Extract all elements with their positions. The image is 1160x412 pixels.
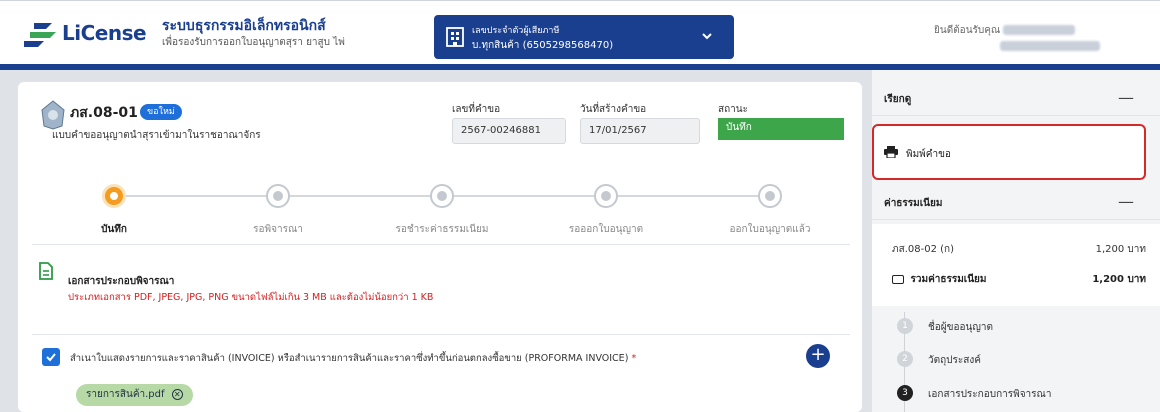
add-document-button[interactable]: + bbox=[806, 344, 830, 368]
fee-summary: ภส.08-02 (ก) 1,200 บาท รวมค่าธรรมเนียม 1… bbox=[872, 224, 1160, 306]
app-header: LiCense ระบบธุรกรรมอิเล็กทรอนิกส์ เพื่อร… bbox=[0, 0, 1160, 64]
request-no-field: 2567-00246881 bbox=[452, 118, 566, 144]
form-card: ภส.08-01 ขอใหม่ แบบคำขออนุญาตนำสุราเข้าม… bbox=[18, 82, 862, 412]
print-request-label: พิมพ์คำขอ bbox=[906, 149, 951, 160]
step-label-1: บันทึก bbox=[101, 224, 127, 235]
step-dot-5 bbox=[758, 184, 782, 208]
nav-step-1-number: 1 bbox=[897, 318, 913, 334]
app-title: ระบบธุรกรรมอิเล็กทรอนิกส์ bbox=[162, 18, 326, 34]
nav-step-3-number: 3 bbox=[897, 385, 913, 401]
tax-id-value: บ.ทุกสินค้า (6505298568470) bbox=[472, 40, 614, 51]
welcome-text: ยินดีต้อนรับคุณ bbox=[934, 23, 1076, 38]
fee-total-label: รวมค่าธรรมเนียม bbox=[910, 274, 987, 285]
form-description: แบบคำขออนุญาตนำสุราเข้ามาในราชอาณาจักร bbox=[52, 130, 261, 141]
print-request-button[interactable]: พิมพ์คำขอ bbox=[872, 124, 1146, 180]
status-badge: บันทึก bbox=[718, 118, 844, 140]
step-label-5: ออกใบอนุญาตแล้ว bbox=[729, 224, 811, 235]
fee-item-label: ภส.08-02 (ก) bbox=[892, 244, 954, 255]
uploaded-file-chip[interactable]: รายการสินค้า.pdf ✕ bbox=[76, 384, 193, 406]
logo-mark-icon bbox=[24, 23, 56, 47]
uploaded-file-name: รายการสินค้า.pdf bbox=[86, 389, 165, 400]
invoice-checkbox[interactable] bbox=[42, 348, 60, 366]
fee-title: ค่าธรรมเนียม bbox=[884, 198, 943, 209]
app-subtitle: เพื่อรองรับการออกใบอนุญาตสุรา ยาสูบ ไพ่ bbox=[162, 37, 345, 48]
created-date-label: วันที่สร้างคำขอ bbox=[580, 104, 647, 115]
step-label-4: รอออกใบอนุญาต bbox=[568, 224, 644, 235]
nav-step-2-number: 2 bbox=[897, 351, 913, 367]
taxpayer-selector[interactable]: เลขประจำตัวผู้เสียภาษี บ.ทุกสินค้า (6505… bbox=[434, 15, 734, 59]
fee-total-row: รวมค่าธรรมเนียม 1,200 บาท bbox=[892, 272, 1146, 287]
license-logo[interactable]: LiCense bbox=[22, 21, 147, 49]
user-email-redacted bbox=[1000, 41, 1100, 51]
fee-item-amount: 1,200 บาท bbox=[1095, 244, 1146, 255]
fee-header[interactable]: ค่าธรรมเนียม — bbox=[872, 184, 1160, 220]
created-date-field: 17/01/2567 bbox=[580, 118, 700, 144]
document-icon bbox=[39, 262, 53, 280]
view-menu-header[interactable]: เรียกดู — bbox=[872, 80, 1160, 116]
nav-step-documents[interactable]: เอกสารประกอบการพิจารณา bbox=[928, 387, 1051, 402]
request-no-label: เลขที่คำขอ bbox=[452, 104, 501, 115]
money-bill-icon bbox=[892, 274, 904, 284]
form-code: ภส.08-01 bbox=[70, 105, 138, 121]
fee-total-amount: 1,200 บาท bbox=[1092, 274, 1146, 285]
documents-title: เอกสารประกอบพิจารณา bbox=[68, 276, 175, 287]
remove-file-icon[interactable]: ✕ bbox=[171, 389, 183, 400]
new-request-badge: ขอใหม่ bbox=[140, 104, 182, 120]
invoice-document-label: สำเนาใบแสดงรายการและราคาสินค้า (INVOICE)… bbox=[70, 353, 629, 364]
user-name-redacted bbox=[1003, 25, 1076, 35]
fee-item-row: ภส.08-02 (ก) 1,200 บาท bbox=[892, 242, 1146, 257]
logo-text: LiCense bbox=[62, 21, 147, 45]
step-dot-3 bbox=[430, 184, 454, 208]
step-dot-1 bbox=[102, 184, 126, 208]
section-divider bbox=[32, 244, 850, 245]
building-icon bbox=[446, 27, 464, 47]
documents-divider bbox=[32, 334, 850, 335]
step-dot-4 bbox=[594, 184, 618, 208]
welcome-label: ยินดีต้อนรับคุณ bbox=[934, 25, 1001, 36]
nav-step-applicant[interactable]: ชื่อผู้ขออนุญาต bbox=[928, 320, 993, 335]
collapse-view-menu-icon[interactable]: — bbox=[1118, 88, 1134, 107]
excise-seal-icon bbox=[41, 100, 65, 130]
status-label: สถานะ bbox=[718, 104, 748, 115]
step-label-3: รอชำระค่าธรรมเนียม bbox=[395, 224, 489, 235]
printer-icon bbox=[884, 146, 898, 158]
view-menu-title: เรียกดู bbox=[884, 94, 912, 105]
documents-file-note: ประเภทเอกสาร PDF, JPEG, JPG, PNG ขนาดไฟล… bbox=[68, 292, 434, 303]
step-label-2: รอพิจารณา bbox=[253, 224, 303, 235]
collapse-fee-icon[interactable]: — bbox=[1118, 192, 1134, 211]
step-dot-2 bbox=[266, 184, 290, 208]
invoice-document-item: สำเนาใบแสดงรายการและราคาสินค้า (INVOICE)… bbox=[70, 351, 760, 366]
nav-step-purpose[interactable]: วัตถุประสงค์ bbox=[928, 353, 981, 368]
chevron-down-icon bbox=[702, 33, 712, 40]
required-mark: * bbox=[631, 353, 637, 364]
tax-id-label: เลขประจำตัวผู้เสียภาษี bbox=[472, 26, 560, 36]
check-icon bbox=[46, 353, 56, 362]
